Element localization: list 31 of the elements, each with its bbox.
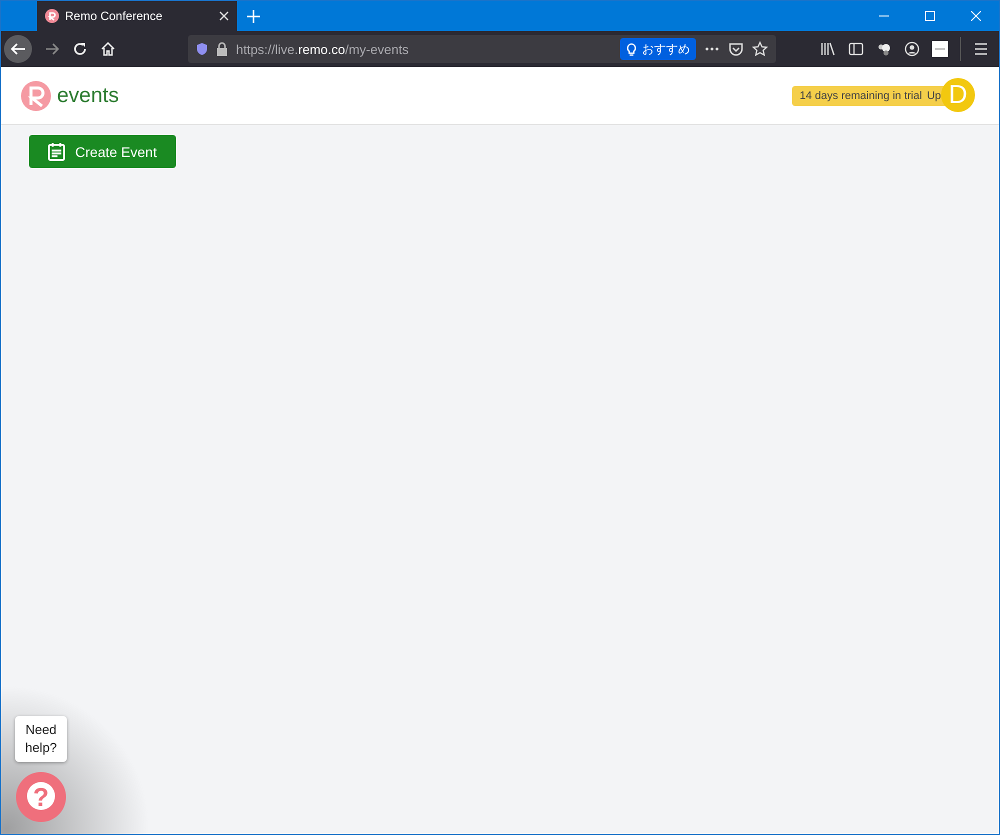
help-button[interactable]: ? — [16, 772, 66, 822]
lightbulb-icon — [626, 42, 637, 56]
lock-icon — [216, 42, 228, 56]
address-bar[interactable]: https://live.remo.co/my-events おすすめ — [188, 35, 776, 63]
create-event-button[interactable]: Create Event — [29, 135, 176, 168]
logo-icon — [21, 80, 53, 112]
suggestion-button[interactable]: おすすめ — [620, 38, 696, 60]
help-bubble: Need help? — [15, 716, 67, 762]
star-icon[interactable] — [752, 41, 768, 57]
sidebar-icon[interactable] — [848, 41, 864, 57]
upgrade-link[interactable]: Up — [926, 90, 941, 102]
forward-icon[interactable] — [44, 41, 60, 57]
browser-tab[interactable]: Remo Conference — [37, 1, 237, 31]
menu-icon[interactable] — [973, 41, 989, 57]
maximize-icon[interactable] — [925, 11, 935, 21]
url-text: https://live.remo.co/my-events — [236, 42, 409, 56]
back-icon[interactable] — [4, 35, 32, 63]
extension-icon[interactable] — [876, 41, 892, 57]
close-icon[interactable] — [219, 11, 229, 21]
new-tab-icon[interactable] — [247, 10, 260, 23]
shield-icon — [196, 42, 208, 56]
home-icon[interactable] — [100, 41, 116, 57]
trial-text: 14 days remaining in trial — [800, 90, 922, 102]
reload-icon[interactable] — [72, 41, 88, 57]
pocket-icon[interactable] — [728, 41, 744, 57]
logo-text: events — [57, 84, 119, 108]
calendar-icon — [48, 142, 66, 161]
account-icon[interactable] — [904, 41, 920, 57]
tab-title: Remo Conference — [65, 9, 164, 23]
library-icon[interactable] — [820, 41, 836, 57]
logo-icon — [45, 9, 59, 23]
